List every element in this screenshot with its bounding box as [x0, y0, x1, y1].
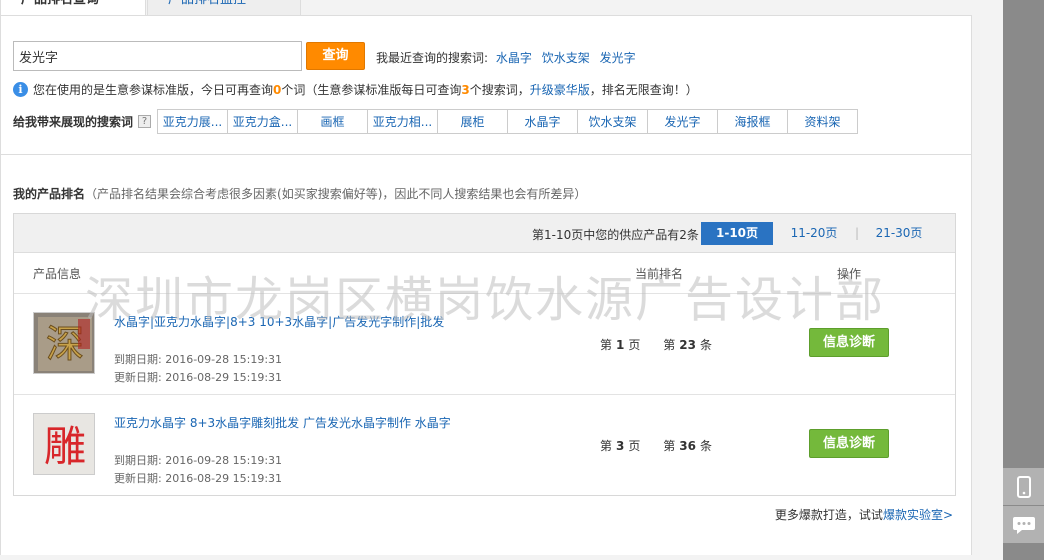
- recent-searches-label: 我最近查询的搜索词:: [376, 51, 489, 65]
- product-title-link[interactable]: 亚克力水晶字 8+3水晶字雕刻批发 广告发光水晶字制作 水晶字: [114, 414, 451, 431]
- hot-product-lab-link[interactable]: 爆款实验室>: [883, 508, 953, 522]
- column-header-action: 操作: [837, 267, 862, 281]
- product-thumbnail[interactable]: 深: [33, 312, 95, 374]
- search-input[interactable]: [13, 41, 302, 71]
- ranking-panel: 我的产品排名（产品排名结果会综合考虑很多因素(如买家搜索偏好等)，因此不同人搜索…: [0, 155, 972, 555]
- ranking-table: 第1-10页中您的供应产品有2条 1-10页 11-20页 | 21-30页 产…: [13, 213, 956, 496]
- current-rank: 第1页 第 23 条: [600, 336, 712, 353]
- keyword-list: 亚克力展... 亚克力盒... 画框 亚克力相... 展柜 水晶字 饮水支架 发…: [157, 109, 859, 134]
- keyword-chip[interactable]: 海报框: [717, 109, 789, 134]
- right-side-rail: [1003, 0, 1044, 560]
- pager-bar: 第1-10页中您的供应产品有2条 1-10页 11-20页 | 21-30页: [14, 214, 955, 253]
- keyword-chip[interactable]: 展柜: [437, 109, 509, 134]
- recent-search-link[interactable]: 饮水支架: [542, 51, 590, 65]
- rank-page: 1: [616, 338, 625, 352]
- keyword-chip[interactable]: 画框: [297, 109, 369, 134]
- update-date: 更新日期: 2016-08-29 15:19:31: [114, 472, 283, 485]
- keyword-chip[interactable]: 亚克力展...: [157, 109, 229, 134]
- page-range-link[interactable]: 11-20页: [789, 222, 839, 245]
- keyword-chip[interactable]: 饮水支架: [577, 109, 649, 134]
- diagnose-button[interactable]: 信息诊断: [809, 429, 889, 458]
- chat-bubble-icon[interactable]: [1003, 506, 1044, 543]
- expire-date: 到期日期: 2016-09-28 15:19:31: [114, 454, 283, 467]
- page-range-button[interactable]: 1-10页: [701, 222, 773, 245]
- rank-text: 条: [700, 338, 713, 352]
- tab-product-rank-monitor[interactable]: 产品排名监控: [147, 0, 301, 16]
- quota-text: 个搜索词，: [469, 83, 530, 97]
- help-icon[interactable]: ?: [138, 115, 152, 128]
- query-button[interactable]: 查询: [306, 42, 365, 70]
- ranking-title: 我的产品排名（产品排名结果会综合考虑很多因素(如买家搜索偏好等)，因此不同人搜索…: [13, 185, 586, 202]
- quota-info: i 您在使用的是生意参谋标准版，今日可再查询 0 个词（生意参谋标准版每日可查询…: [13, 81, 698, 98]
- rank-item: 23: [679, 338, 696, 352]
- keyword-chip[interactable]: 水晶字: [507, 109, 579, 134]
- keyword-chip[interactable]: 资料架: [787, 109, 859, 134]
- pager-separator: |: [855, 226, 860, 240]
- current-rank: 第3页 第 36 条: [600, 437, 712, 454]
- quota-text: 您在使用的是生意参谋标准版，今日可再查询: [33, 83, 274, 97]
- rank-item: 36: [679, 439, 696, 453]
- update-date: 更新日期: 2016-08-29 15:19:31: [114, 371, 283, 384]
- table-header: 产品信息 当前排名 操作: [14, 253, 955, 294]
- ranking-heading: 我的产品排名: [13, 187, 86, 201]
- product-thumbnail[interactable]: 雕: [33, 413, 95, 475]
- page-range-link[interactable]: 21-30页: [874, 222, 924, 245]
- column-header-rank: 当前排名: [635, 267, 684, 281]
- quota-text: 个词（生意参谋标准版每日可查询: [281, 83, 462, 97]
- rank-text: 第: [600, 439, 613, 453]
- expire-date: 到期日期: 2016-09-28 15:19:31: [114, 353, 283, 366]
- info-icon: i: [13, 82, 28, 97]
- exposure-keywords: 给我带来展现的搜索词 ? 亚克力展... 亚克力盒... 画框 亚克力相... …: [13, 109, 859, 134]
- svg-text:雕: 雕: [44, 422, 86, 471]
- rank-text: 页: [628, 338, 641, 352]
- table-row: 雕 亚克力水晶字 8+3水晶字雕刻批发 广告发光水晶字制作 水晶字 到期日期: …: [14, 395, 955, 496]
- upgrade-link[interactable]: 升级豪华版: [530, 81, 590, 98]
- rank-text: 第: [663, 439, 676, 453]
- daily-count: 3: [461, 82, 470, 97]
- ranking-subtitle: （产品排名结果会综合考虑很多因素(如买家搜索偏好等)，因此不同人搜索结果也会有所…: [85, 187, 587, 201]
- recent-search-link[interactable]: 水晶字: [496, 51, 532, 65]
- rank-text: 第: [600, 338, 613, 352]
- rank-text: 第: [663, 338, 676, 352]
- search-panel: 查询 我最近查询的搜索词: 水晶字 饮水支架 发光字 i 您在使用的是生意参谋标…: [0, 15, 972, 155]
- more-hint: 更多爆款打造，试试爆款实验室>: [775, 506, 953, 523]
- tab-bar: 产品排名查询 产品排名监控: [0, 0, 972, 16]
- product-title-link[interactable]: 水晶字|亚克力水晶字|8+3 10+3水晶字|广告发光字制作|批发: [114, 313, 444, 330]
- rank-text: 条: [700, 439, 713, 453]
- more-text: 更多爆款打造，试试: [774, 508, 883, 522]
- quota-text: ，排名无限查询！）: [589, 83, 698, 97]
- remaining-count: 0: [273, 82, 282, 97]
- column-header-product: 产品信息: [33, 267, 82, 281]
- rank-text: 页: [628, 439, 641, 453]
- rank-page: 3: [616, 439, 625, 453]
- keyword-chip[interactable]: 亚克力相...: [367, 109, 439, 134]
- table-row: 深 水晶字|亚克力水晶字|8+3 10+3水晶字|广告发光字制作|批发 到期日期…: [14, 294, 955, 395]
- mobile-phone-icon[interactable]: [1003, 468, 1044, 505]
- recent-search-link[interactable]: 发光字: [600, 51, 636, 65]
- keyword-chip[interactable]: 发光字: [647, 109, 719, 134]
- diagnose-button[interactable]: 信息诊断: [809, 328, 889, 357]
- keyword-chip[interactable]: 亚克力盒...: [227, 109, 299, 134]
- keywords-label: 给我带来展现的搜索词: [13, 115, 134, 129]
- pager-info: 第1-10页中您的供应产品有2条: [532, 228, 699, 242]
- tab-product-rank-query[interactable]: 产品排名查询: [0, 0, 146, 16]
- recent-searches: 我最近查询的搜索词: 水晶字 饮水支架 发光字: [376, 49, 642, 66]
